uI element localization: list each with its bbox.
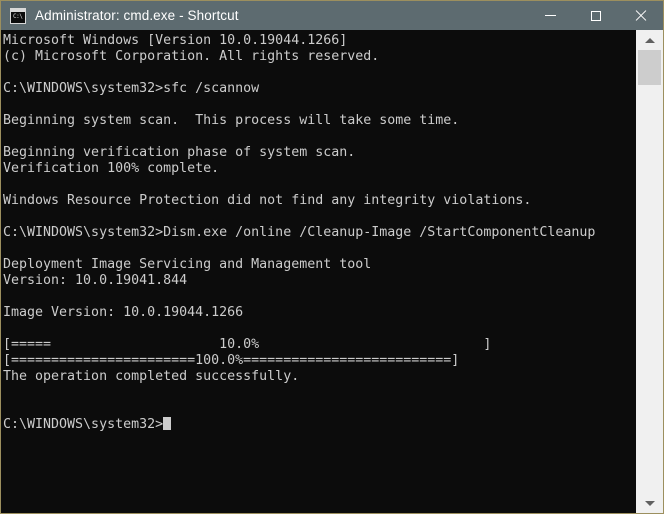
console-line: [=======================100.0%==========… <box>3 353 460 368</box>
console-line: Windows Resource Protection did not find… <box>3 193 532 208</box>
console-line: The operation completed successfully. <box>3 369 300 384</box>
cmd-icon-prompt-text: C:\ <box>13 12 23 20</box>
console-prompt: C:\WINDOWS\system32> <box>3 417 164 432</box>
console-line: Beginning system scan. This process will… <box>3 113 460 128</box>
console-line: C:\WINDOWS\system32>sfc /scannow <box>3 81 260 96</box>
console-prompt-line: C:\WINDOWS\system32> <box>3 417 635 433</box>
scrollbar-track[interactable] <box>636 50 663 493</box>
window-controls <box>528 1 663 30</box>
maximize-icon <box>590 10 601 21</box>
title-bar[interactable]: C:\ Administrator: cmd.exe - Shortcut <box>1 1 663 30</box>
console-line: Microsoft Windows [Version 10.0.19044.12… <box>3 33 348 48</box>
console-line: Verification 100% complete. <box>3 161 220 176</box>
maximize-button[interactable] <box>573 1 618 30</box>
scroll-up-button[interactable] <box>636 30 663 50</box>
console-line: Deployment Image Servicing and Managemen… <box>3 257 372 272</box>
cmd-console-icon: C:\ <box>10 7 26 24</box>
window-body: Microsoft Windows [Version 10.0.19044.12… <box>1 30 663 513</box>
cmd-icon-titlebar-strip <box>11 8 25 12</box>
scroll-down-button[interactable] <box>636 493 663 513</box>
chevron-down-icon <box>644 500 655 506</box>
console-line: Version: 10.0.19041.844 <box>3 273 188 288</box>
window-title: Administrator: cmd.exe - Shortcut <box>35 8 239 23</box>
console-cursor <box>163 417 172 430</box>
vertical-scrollbar[interactable] <box>635 30 663 513</box>
console-line: (c) Microsoft Corporation. All rights re… <box>3 49 380 64</box>
console-line: C:\WINDOWS\system32>Dism.exe /online /Cl… <box>3 225 596 240</box>
close-icon <box>635 10 647 22</box>
console-line: Image Version: 10.0.19044.1266 <box>3 305 244 320</box>
scrollbar-thumb[interactable] <box>638 50 661 85</box>
console-output[interactable]: Microsoft Windows [Version 10.0.19044.12… <box>1 30 635 513</box>
chevron-up-icon <box>644 37 655 43</box>
cmd-window: C:\ Administrator: cmd.exe - Shortcut Mi… <box>0 0 664 514</box>
minimize-button[interactable] <box>528 1 573 30</box>
close-button[interactable] <box>618 1 663 30</box>
minimize-icon <box>545 15 556 16</box>
console-line: [===== 10.0% ] <box>3 337 492 352</box>
console-line: Beginning verification phase of system s… <box>3 145 356 160</box>
